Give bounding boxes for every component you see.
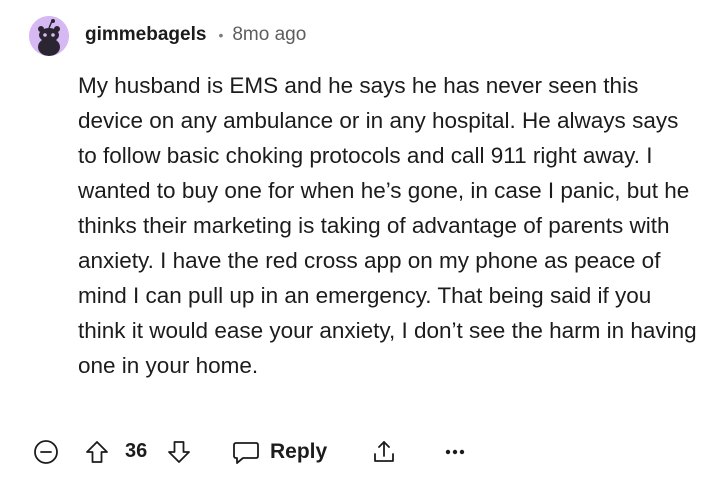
avatar[interactable] [29,16,69,56]
timestamp: 8mo ago [232,24,307,45]
more-options-button[interactable] [442,439,468,465]
reply-label: Reply [270,440,328,463]
share-button[interactable] [370,438,398,466]
vote-score: 36 [125,440,148,462]
downvote-button[interactable] [166,439,192,465]
comment-body: My husband is EMS and he says he has nev… [78,73,697,378]
collapse-button[interactable] [33,439,59,465]
comment: gimmebagels • 8mo ago My husband is EMS … [0,0,720,478]
upvote-icon [86,441,108,463]
collapse-icon [34,440,58,464]
downvote-icon [168,441,190,463]
snoo-avatar-icon [29,16,69,56]
more-icon [445,449,465,455]
reply-button[interactable]: Reply [232,437,327,467]
comment-meta: gimmebagels • 8mo ago [85,22,306,48]
separator-dot: • [218,27,224,43]
username[interactable]: gimmebagels [85,24,206,46]
reply-icon [233,442,259,464]
share-icon [374,441,394,462]
comment-actions: 36 Reply [0,430,720,474]
upvote-button[interactable] [84,439,110,465]
